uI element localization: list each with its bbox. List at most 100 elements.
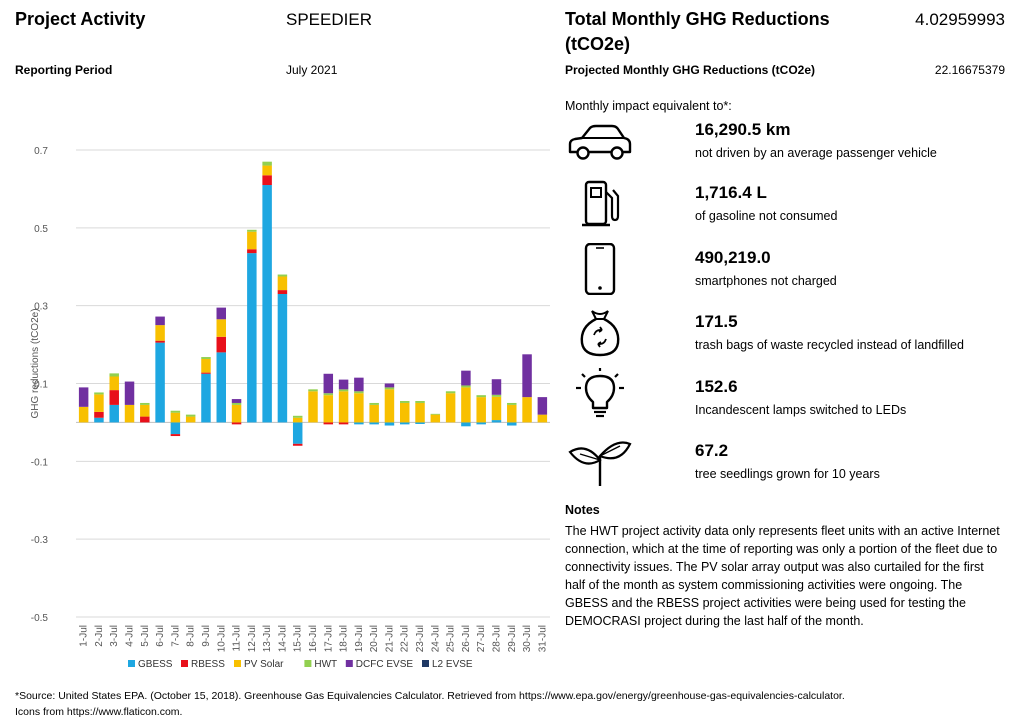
- bar-hwt-28-Jul: [491, 394, 502, 397]
- x-tick-label: 23-Jul: [415, 625, 426, 652]
- bar-rbess-13-Jul: [262, 175, 272, 186]
- bar-hwt-22-Jul: [400, 401, 410, 403]
- bar-hwt-8-Jul: [185, 414, 196, 417]
- total-reductions-unit: (tCO2e): [565, 34, 631, 54]
- bar-rbess-15-Jul: [292, 443, 303, 446]
- x-tick-label: 20-Jul: [369, 625, 380, 652]
- x-tick-label: 12-Jul: [247, 625, 258, 652]
- bar-dcfc-evse-18-Jul: [338, 379, 349, 390]
- legend-label-l2-evse: L2 EVSE: [432, 659, 473, 670]
- y-axis-label: GHG reductions (tCO2e): [30, 308, 41, 418]
- bar-dcfc-evse-11-Jul: [231, 399, 242, 403]
- bar-gbess-28-Jul: [491, 420, 502, 423]
- legend-swatch-hwt: [304, 660, 312, 667]
- bar-hwt-25-Jul: [445, 391, 456, 394]
- x-tick-label: 21-Jul: [384, 625, 395, 652]
- bar-pv-solar-10-Jul: [216, 319, 226, 337]
- bar-pv-solar-15-Jul: [292, 417, 303, 423]
- legend-swatch-dcfc-evse: [345, 660, 353, 667]
- bar-hwt-17-Jul: [323, 393, 334, 396]
- bar-rbess-14-Jul: [277, 290, 288, 294]
- bar-gbess-12-Jul: [247, 253, 257, 423]
- bar-hwt-3-Jul: [109, 373, 119, 377]
- bar-rbess-9-Jul: [201, 372, 211, 374]
- bar-pv-solar-31-Jul: [537, 414, 548, 423]
- bar-dcfc-evse-6-Jul: [155, 316, 165, 326]
- car-icon: [568, 124, 632, 160]
- x-tick-label: 22-Jul: [400, 625, 411, 652]
- bar-gbess-19-Jul: [354, 422, 364, 425]
- bar-gbess-26-Jul: [461, 422, 471, 427]
- legend-swatch-gbess: [128, 660, 135, 667]
- bar-gbess-2-Jul: [94, 417, 104, 423]
- bar-rbess-12-Jul: [247, 249, 257, 254]
- y-tick-label: 0.5: [34, 224, 48, 235]
- bar-dcfc-evse-30-Jul: [522, 354, 532, 398]
- project-activity-label: Project Activity: [15, 9, 146, 29]
- x-tick-label: 19-Jul: [354, 625, 365, 652]
- bar-hwt-16-Jul: [308, 389, 318, 392]
- bar-rbess-10-Jul: [216, 336, 226, 353]
- bar-hwt-23-Jul: [415, 401, 425, 403]
- bar-gbess-27-Jul: [476, 422, 486, 425]
- y-tick-label: -0.5: [31, 613, 49, 624]
- bar-rbess-2-Jul: [94, 411, 104, 418]
- impact-label-trash-bags: trash bags of waste recycled instead of …: [695, 338, 964, 352]
- bar-hwt-13-Jul: [262, 161, 272, 166]
- x-tick-label: 9-Jul: [201, 625, 212, 647]
- total-reductions-label: Total Monthly GHG Reductions: [565, 9, 830, 29]
- bar-pv-solar-6-Jul: [155, 325, 165, 341]
- bar-dcfc-evse-1-Jul: [78, 387, 89, 407]
- bar-hwt-5-Jul: [140, 402, 150, 405]
- reporting-period-value: July 2021: [286, 63, 338, 77]
- legend-label-pv-solar: PV Solar: [244, 659, 284, 670]
- x-tick-label: 8-Jul: [186, 625, 197, 647]
- impact-label-seedlings: tree seedlings grown for 10 years: [695, 467, 880, 481]
- light-bulb-icon: [576, 368, 624, 418]
- x-tick-label: 14-Jul: [277, 625, 288, 652]
- bar-rbess-7-Jul: [170, 434, 181, 437]
- bar-pv-solar-25-Jul: [445, 393, 456, 423]
- bar-pv-solar-13-Jul: [262, 165, 272, 176]
- bar-rbess-11-Jul: [231, 422, 242, 425]
- bar-pv-solar-26-Jul: [461, 387, 471, 423]
- icons-credit: Icons from https://www.flaticon.com.: [15, 706, 183, 718]
- bar-hwt-27-Jul: [476, 395, 486, 398]
- impact-label-fuel: of gasoline not consumed: [695, 209, 838, 223]
- bar-hwt-2-Jul: [94, 392, 104, 395]
- bar-pv-solar-14-Jul: [277, 276, 288, 291]
- x-tick-label: 25-Jul: [446, 625, 457, 652]
- bar-rbess-5-Jul: [140, 416, 150, 423]
- impact-intro: Monthly impact equivalent to*:: [565, 99, 732, 113]
- x-tick-label: 13-Jul: [262, 625, 273, 652]
- seedling-icon: [568, 441, 632, 486]
- bar-pv-solar-9-Jul: [201, 358, 211, 373]
- impact-value-trash-bags: 171.5: [695, 312, 738, 331]
- bar-gbess-29-Jul: [507, 422, 517, 426]
- bar-dcfc-evse-17-Jul: [323, 373, 334, 394]
- bar-pv-solar-11-Jul: [231, 404, 242, 423]
- impact-value-lamps: 152.6: [695, 377, 738, 396]
- bar-pv-solar-20-Jul: [369, 404, 379, 423]
- bar-dcfc-evse-19-Jul: [354, 377, 364, 392]
- notes-text: The HWT project activity data only repre…: [565, 524, 1000, 628]
- x-tick-label: 18-Jul: [339, 625, 350, 652]
- bar-pv-solar-23-Jul: [415, 402, 425, 423]
- x-tick-label: 26-Jul: [461, 625, 472, 652]
- bar-gbess-22-Jul: [400, 422, 410, 425]
- notes-title: Notes: [565, 503, 600, 517]
- bar-dcfc-evse-26-Jul: [461, 370, 471, 386]
- impact-value-car: 16,290.5 km: [695, 120, 791, 139]
- bar-pv-solar-24-Jul: [430, 414, 441, 423]
- bar-hwt-9-Jul: [201, 357, 211, 359]
- bar-hwt-11-Jul: [231, 402, 242, 405]
- x-tick-label: 3-Jul: [109, 625, 120, 647]
- bar-dcfc-evse-10-Jul: [216, 307, 226, 320]
- bar-rbess-18-Jul: [338, 422, 349, 425]
- bar-hwt-15-Jul: [292, 415, 303, 418]
- ghg-stacked-bar-chart: 0.70.50.30.1-0.1-0.3-0.5GHG reductions (…: [30, 146, 550, 670]
- x-tick-label: 29-Jul: [507, 625, 518, 652]
- bar-hwt-20-Jul: [369, 402, 379, 405]
- bar-hwt-19-Jul: [354, 391, 364, 394]
- legend-label-dcfc-evse: DCFC EVSE: [356, 659, 414, 670]
